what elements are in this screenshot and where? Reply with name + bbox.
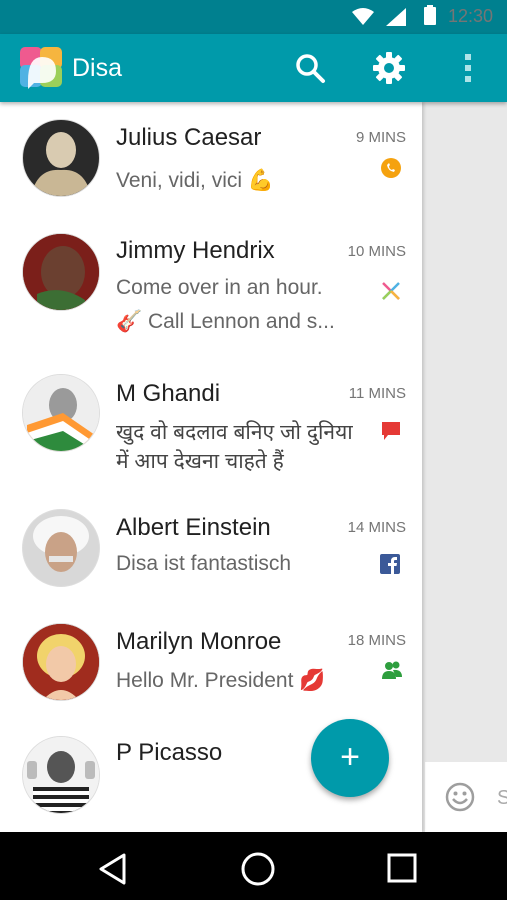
contact-name: Julius Caesar <box>116 124 262 151</box>
composer-placeholder: S <box>497 787 507 809</box>
facebook-icon <box>380 554 400 574</box>
avatar <box>22 119 100 197</box>
contact-name: Marilyn Monroe <box>116 628 282 655</box>
avatar <box>22 509 100 587</box>
message-preview: Veni, vidi, vici 💪 <box>116 169 275 192</box>
battery-icon <box>424 5 436 25</box>
timestamp: 14 MINS <box>347 519 406 536</box>
search-icon[interactable] <box>292 50 328 86</box>
avatar <box>22 233 100 311</box>
signal-icon <box>386 8 406 26</box>
conversation-row[interactable]: M Ghandi खुद वो बदलाव बनिए जो दुनिया में… <box>0 362 422 494</box>
avatar <box>22 736 100 814</box>
multi-service-icon <box>382 282 400 300</box>
message-preview-line2: 🎸 Call Lennon and s... <box>116 310 335 333</box>
status-bar: 12:30 <box>0 0 507 34</box>
emoji-icon[interactable] <box>445 782 475 812</box>
message-preview: Disa ist fantastisch <box>116 552 292 575</box>
home-icon[interactable] <box>240 851 276 887</box>
app-bar: Disa <box>0 34 507 102</box>
recents-icon[interactable] <box>386 852 418 884</box>
new-conversation-button[interactable]: + <box>311 719 389 797</box>
timestamp: 11 MINS <box>348 385 406 402</box>
message-preview-line2: में आप देखना चाहते हैं <box>116 450 284 473</box>
conversation-row[interactable]: Marilyn Monroe Hello Mr. President 💋 18 … <box>0 607 422 722</box>
settings-gear-icon[interactable] <box>371 50 407 86</box>
timestamp: 9 MINS <box>355 129 406 146</box>
avatar <box>22 623 100 701</box>
message-composer[interactable]: S <box>425 762 507 832</box>
contact-name: Albert Einstein <box>116 514 271 541</box>
app-title: Disa <box>72 54 123 82</box>
detail-pane <box>422 102 507 832</box>
plus-icon: + <box>340 738 360 776</box>
timestamp: 18 MINS <box>347 632 406 649</box>
disa-logo-icon <box>20 47 62 89</box>
overflow-menu-icon[interactable] <box>450 50 486 86</box>
avatar <box>22 374 100 452</box>
message-preview: Hello Mr. President 💋 <box>116 669 326 692</box>
contact-name: M Ghandi <box>116 380 221 407</box>
wifi-icon <box>352 8 374 25</box>
sms-icon <box>382 422 400 440</box>
timestamp: 10 MINS <box>347 243 406 260</box>
system-nav-bar <box>0 832 507 900</box>
conversation-row[interactable]: Julius Caesar Veni, vidi, vici 💪 9 MINS <box>0 102 422 214</box>
message-preview: Come over in an hour. <box>116 276 323 299</box>
contact-name: Jimmy Hendrix <box>116 237 275 264</box>
group-chat-icon <box>382 661 402 679</box>
conversation-row[interactable]: Albert Einstein Disa ist fantastisch 14 … <box>0 494 422 607</box>
whatsapp-icon <box>381 158 401 178</box>
back-icon[interactable] <box>96 852 130 886</box>
contact-name: P Picasso <box>116 739 223 766</box>
message-preview: खुद वो बदलाव बनिए जो दुनिया <box>116 421 353 444</box>
conversation-row[interactable]: Jimmy Hendrix Come over in an hour. 🎸 Ca… <box>0 214 422 362</box>
status-time: 12:30 <box>447 6 493 26</box>
